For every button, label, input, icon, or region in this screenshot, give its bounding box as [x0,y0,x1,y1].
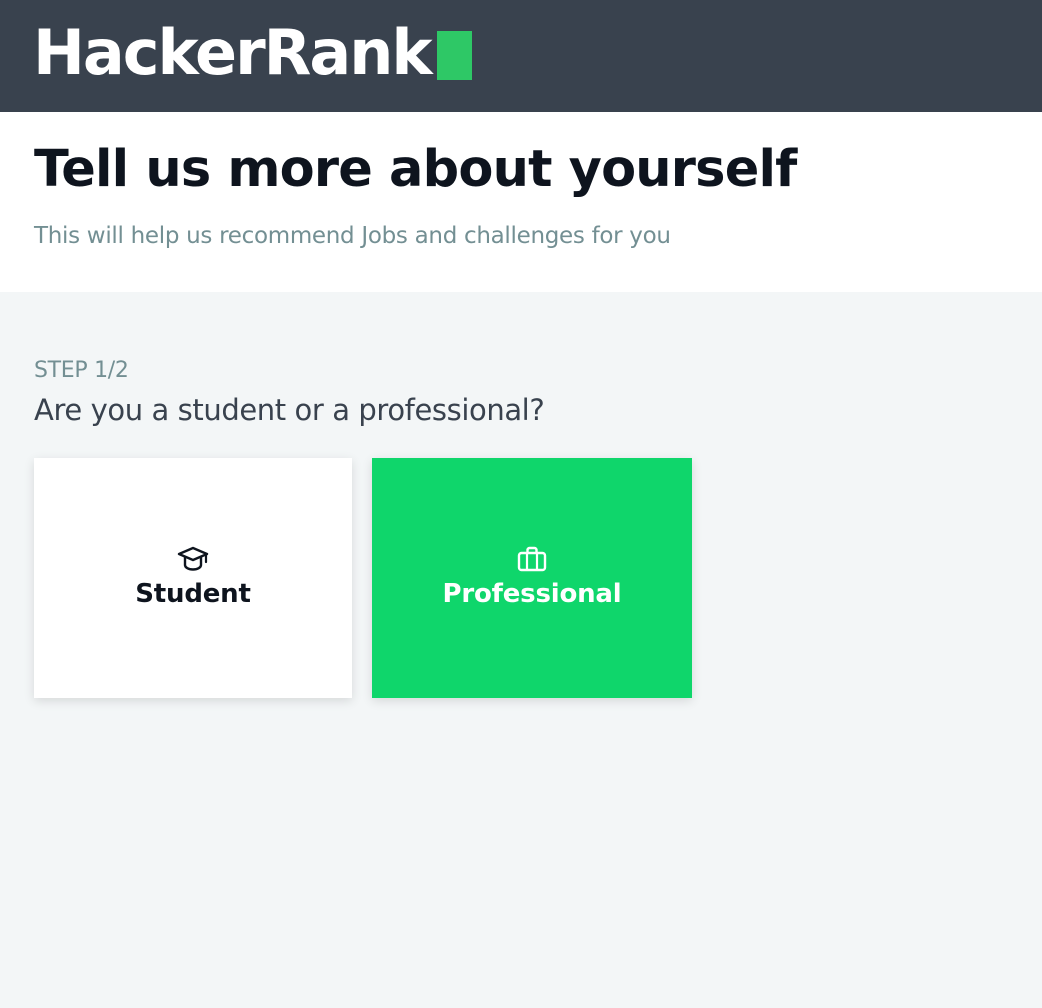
hackerrank-logo[interactable]: HackerRank [33,18,472,88]
page-subtitle: This will help us recommend Jobs and cha… [34,223,671,249]
onboarding-step-panel: STEP 1/2 Are you a student or a professi… [0,292,1042,1008]
briefcase-icon [517,546,547,572]
intro-section: Tell us more about yourself This will he… [0,112,1042,292]
student-option-card[interactable]: Student [34,458,352,698]
logo-accent-block [436,30,472,80]
step-indicator: STEP 1/2 [34,358,129,383]
page-title: Tell us more about yourself [34,140,797,199]
logo-text: HackerRank [33,16,433,89]
professional-option-card[interactable]: Professional [372,458,692,698]
step-question: Are you a student or a professional? [34,393,545,427]
top-navigation-bar: HackerRank [0,0,1042,112]
student-option-label: Student [135,579,251,609]
graduation-cap-icon [177,546,209,571]
professional-option-label: Professional [442,579,622,609]
